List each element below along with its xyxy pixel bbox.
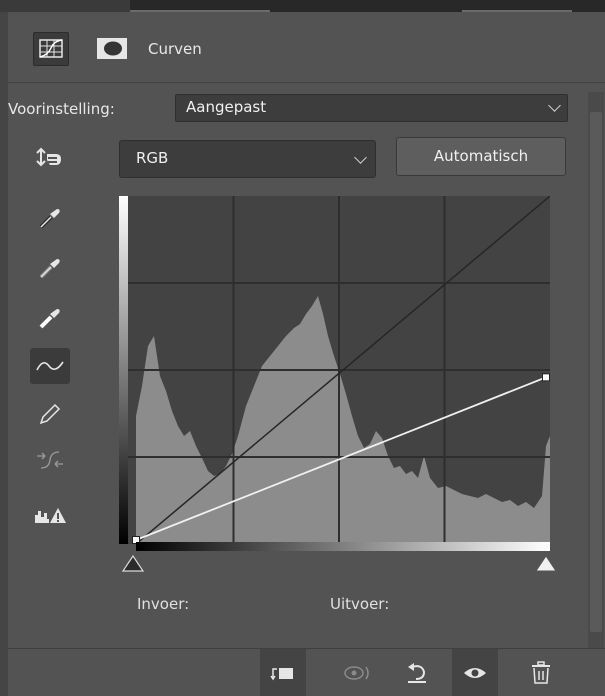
preset-dropdown[interactable]: Aangepast (175, 94, 568, 122)
clip-to-layer-icon[interactable] (260, 649, 306, 696)
clipping-warning-icon[interactable] (30, 498, 70, 534)
properties-panel: Curven Voorinstelling: Aangepast RGB Aut… (8, 12, 605, 696)
preset-label: Voorinstelling: (8, 100, 115, 118)
scrollbar-thumb[interactable] (590, 112, 602, 632)
panel-footer (8, 648, 605, 696)
preset-value: Aangepast (186, 98, 267, 116)
gray-point-eyedropper-icon[interactable] (30, 250, 70, 286)
tab-left[interactable] (0, 0, 130, 12)
curve-points-icon[interactable] (30, 348, 70, 384)
black-point-slider[interactable] (121, 554, 145, 578)
auto-button[interactable]: Automatisch (396, 137, 566, 176)
curves-graph[interactable] (128, 195, 551, 545)
curve-point[interactable] (542, 373, 550, 382)
visibility-eye-icon[interactable] (452, 649, 498, 696)
pencil-icon[interactable] (30, 396, 70, 432)
delete-trash-icon[interactable] (518, 649, 564, 696)
layer-mask-icon[interactable] (95, 36, 129, 61)
channel-value: RGB (136, 149, 169, 167)
view-previous-state-icon[interactable] (334, 649, 380, 696)
panel-scrollbar[interactable] (588, 92, 604, 652)
on-image-adjust-icon[interactable] (30, 140, 70, 176)
panel-title: Curven (148, 40, 202, 58)
reset-icon[interactable] (394, 649, 440, 696)
black-point-eyedropper-icon[interactable] (30, 200, 70, 236)
white-point-eyedropper-icon[interactable] (30, 300, 70, 336)
chevron-down-icon (354, 151, 367, 164)
output-gradient-bar (119, 196, 128, 544)
chevron-down-icon (548, 99, 561, 112)
smooth-curve-icon[interactable] (30, 442, 70, 478)
input-label: Invoer: (137, 595, 190, 613)
white-point-slider[interactable] (534, 554, 558, 578)
curves-adjustment-icon[interactable] (33, 32, 69, 66)
top-tab-strip (0, 0, 605, 12)
input-gradient-bar (136, 542, 550, 551)
curves-graph-canvas[interactable] (128, 195, 551, 545)
panel-header: Curven (8, 12, 605, 83)
output-label: Uitvoer: (330, 595, 390, 613)
channel-dropdown[interactable]: RGB (119, 140, 376, 178)
